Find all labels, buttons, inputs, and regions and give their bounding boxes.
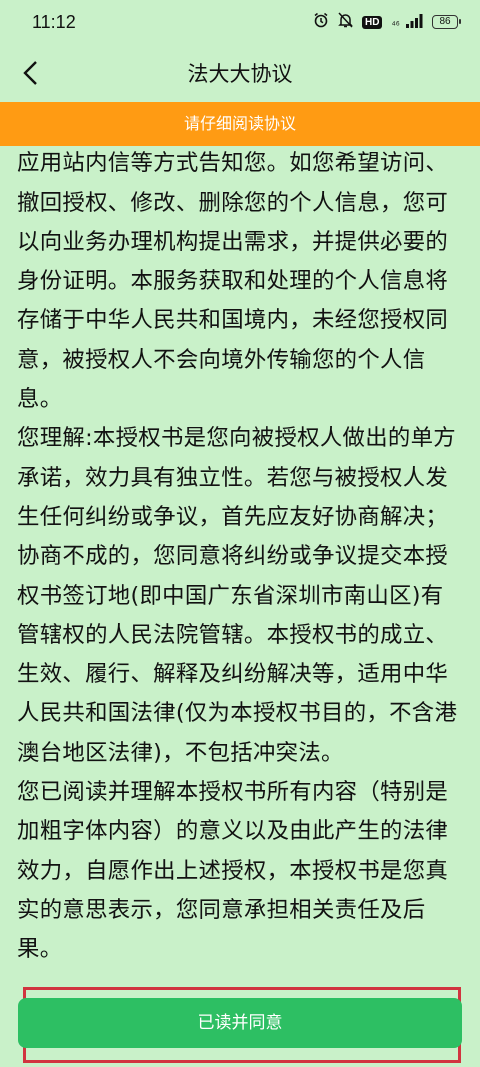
status-time: 11:12 [32,11,76,32]
alarm-icon [313,12,329,32]
read-carefully-banner: 请仔细阅读协议 [0,102,480,146]
status-bar: 11:12 HD ⁴⁶ 86 [0,0,480,44]
agreement-paragraph: 您理解:本授权书是您向被授权人做出的单方承诺，效力具有独立性。若您与被授权人发生… [17,425,458,766]
page-title: 法大大协议 [187,62,293,86]
signal-icon: ⁴⁶ [391,13,423,32]
agreement-paragraph: 您，我们将及时以公告、通过业务办理机构应用站内信等方式告知您。如您希望访问、撤回… [17,128,449,413]
battery-icon: 86 [432,15,461,29]
agreement-paragraph: 您已阅读并理解本授权书所有内容（特别是加粗字体内容）的意义以及由此产生的法律效力… [17,779,449,963]
navigation-bar: 法大大协议 [0,44,480,102]
agreement-text: 您，我们将及时以公告、通过业务办理机构应用站内信等方式告知您。如您希望访问、撤回… [17,128,463,970]
agreement-scroll-area[interactable]: 您，我们将及时以公告、通过业务办理机构应用站内信等方式告知您。如您希望访问、撤回… [0,128,480,988]
status-icons: HD ⁴⁶ 86 [313,12,461,32]
mute-bell-icon [338,12,353,32]
agree-button[interactable]: 已读并同意 [18,998,462,1048]
hd-icon: HD [362,15,383,29]
